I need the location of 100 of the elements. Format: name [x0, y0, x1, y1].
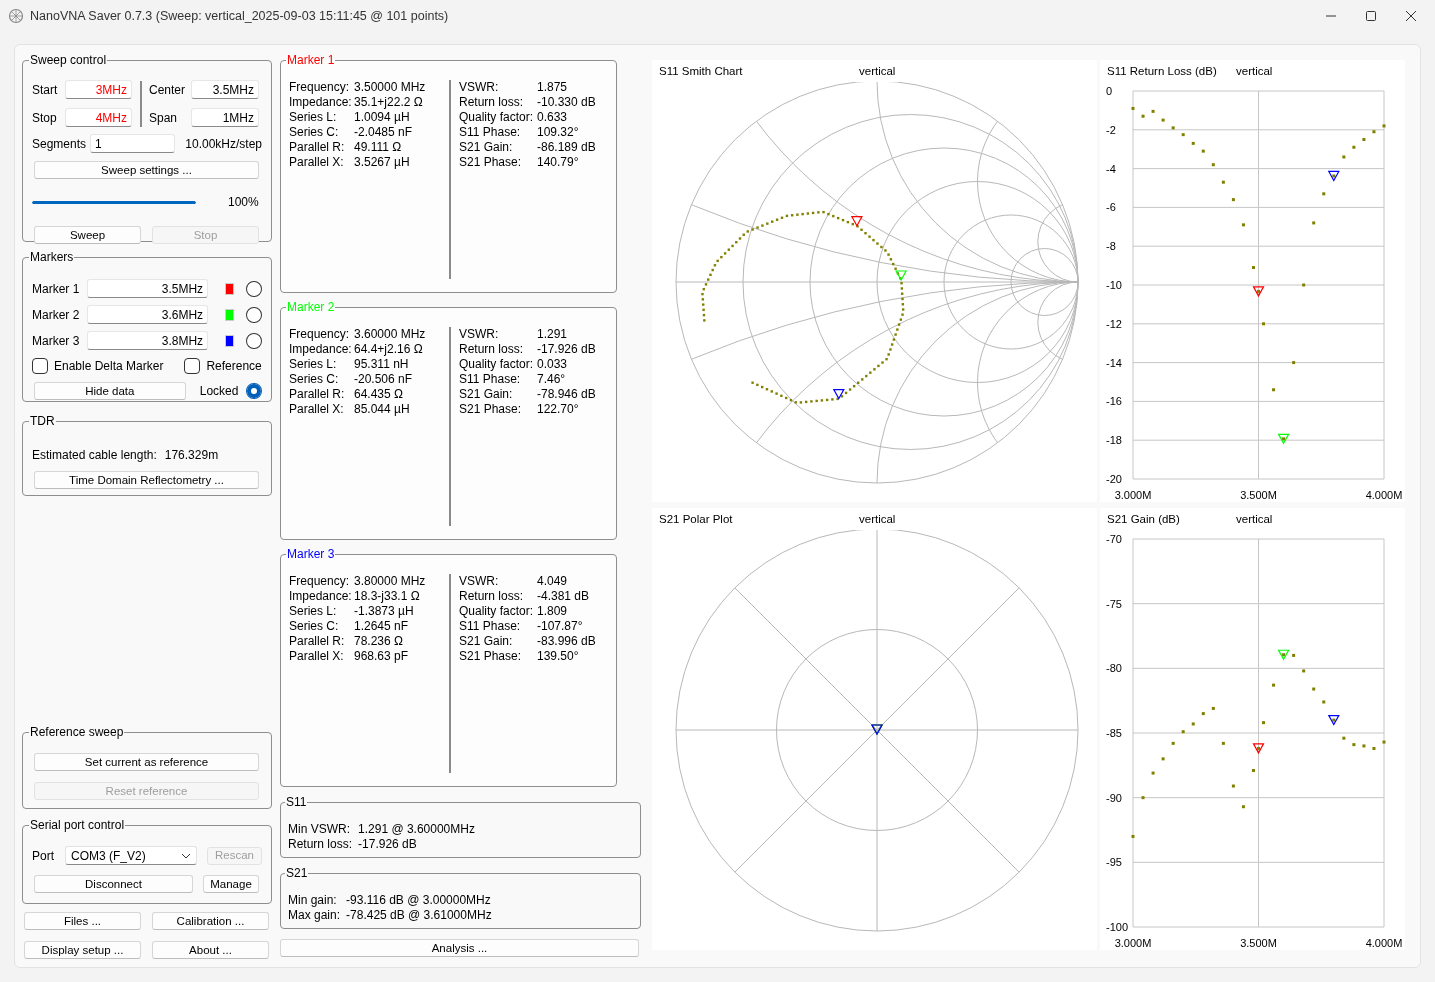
- disconnect-button[interactable]: Disconnect: [34, 875, 193, 893]
- field-value: 0.633: [537, 110, 569, 125]
- field-label: Frequency:: [289, 80, 351, 95]
- span-field[interactable]: 1MHz: [191, 108, 259, 127]
- window-title: NanoVNA Saver 0.7.3 (Sweep: vertical_2025-09-03 15:11:45 @ 101 points): [30, 9, 449, 23]
- field-value: 140.79°: [537, 155, 580, 170]
- field-value: 139.50°: [537, 649, 580, 664]
- field-label: Series C:: [289, 619, 340, 634]
- delta-marker-checkbox[interactable]: [32, 358, 48, 374]
- field-value: 109.32°: [537, 125, 580, 140]
- axis-tick-label: -85: [1106, 727, 1122, 739]
- marker-frequency-field[interactable]: 3.5MHz: [86, 279, 209, 298]
- marker-label: Marker 2: [32, 307, 81, 322]
- radio-label: Locked: [199, 384, 239, 398]
- field-label: Return loss:: [459, 342, 525, 357]
- axis-tick-label: -12: [1106, 317, 1122, 330]
- field-label: Stop: [32, 110, 58, 125]
- field-value: -78.946 dB: [537, 387, 596, 402]
- segments-field[interactable]: 1: [89, 134, 176, 153]
- axis-tick-label: -18: [1106, 434, 1122, 447]
- marker-frequency-field[interactable]: 3.6MHz: [86, 305, 209, 324]
- maximize-icon[interactable]: [1365, 10, 1377, 22]
- field-value: -20.506 nF: [354, 372, 414, 387]
- marker-color-swatch[interactable]: [225, 334, 235, 347]
- axis-tick-label: -95: [1106, 856, 1122, 869]
- field-label: Series C:: [289, 125, 340, 140]
- marker-color-swatch[interactable]: [225, 282, 235, 295]
- field-label: Min VSWR:: [288, 822, 351, 837]
- chevron-icon: [181, 852, 191, 859]
- chart-title: S21 Gain (dB): [1107, 513, 1181, 525]
- field-value: -78.425 dB @ 3.61000MHz: [346, 908, 492, 923]
- marker-label: Marker 1: [32, 281, 81, 296]
- chart-subtitle: vertical: [859, 65, 896, 77]
- sweep-settings-button[interactable]: Sweep settings ...: [34, 161, 259, 179]
- field-label: Return loss:: [459, 589, 525, 604]
- field-value: 122.70°: [537, 402, 580, 417]
- set-reference-button[interactable]: Set current as reference: [34, 753, 259, 771]
- chart-subtitle: vertical: [859, 513, 896, 525]
- field-label: Parallel X:: [289, 155, 345, 170]
- field-value: 35.1+j22.2 Ω: [354, 95, 424, 110]
- field-value: -17.926 dB: [537, 342, 596, 357]
- marker-radio[interactable]: [246, 280, 262, 297]
- locked-radio[interactable]: [246, 383, 262, 399]
- start-field[interactable]: 3MHz: [65, 80, 132, 99]
- about-button[interactable]: About ...: [152, 941, 269, 959]
- field-value: 1.809: [537, 604, 569, 619]
- marker-radio[interactable]: [246, 306, 262, 323]
- marker-color-swatch[interactable]: [225, 308, 235, 321]
- field-value: 7.46°: [537, 372, 567, 387]
- field-value: -83.996 dB: [537, 634, 596, 649]
- field-label: S11 Phase:: [459, 125, 522, 140]
- display-setup-button[interactable]: Display setup ...: [24, 941, 141, 959]
- field-label: Quality factor:: [459, 357, 535, 372]
- stop-field[interactable]: 4MHz: [65, 108, 132, 127]
- field-label: VSWR:: [459, 574, 500, 589]
- axis-tick-label: -4: [1106, 162, 1116, 175]
- field-label: S21 Phase:: [459, 155, 523, 170]
- field-value: 64.435 Ω: [354, 387, 404, 402]
- manage-button[interactable]: Manage: [203, 875, 259, 893]
- marker-radio[interactable]: [246, 332, 262, 349]
- marker-frequency-field[interactable]: 3.8MHz: [86, 331, 209, 350]
- checkbox-label: Reference: [206, 359, 262, 373]
- field-value: 968.63 pF: [354, 649, 410, 664]
- files-button[interactable]: Files ...: [24, 912, 141, 930]
- field-label: S21 Gain:: [459, 634, 514, 649]
- analysis-button[interactable]: Analysis ...: [280, 939, 639, 957]
- field-label: Impedance:: [289, 589, 353, 604]
- group-title: Serial port control: [29, 818, 126, 832]
- field-label: S21 Gain:: [459, 387, 514, 402]
- center-field[interactable]: 3.5MHz: [191, 80, 259, 99]
- port-dropdown[interactable]: COM3 (F_V2): [65, 846, 197, 865]
- cable-length-label: Estimated cable length:: [32, 448, 157, 462]
- field-value: 85.044 µH: [354, 402, 411, 417]
- field-value: 4.049: [537, 574, 569, 589]
- axis-tick-label: -14: [1106, 356, 1122, 369]
- tdr-button[interactable]: Time Domain Reflectometry ...: [34, 471, 259, 489]
- hide-data-button[interactable]: Hide data: [34, 382, 186, 400]
- field-label: Parallel R:: [289, 387, 346, 402]
- field-label: Parallel R:: [289, 634, 346, 649]
- close-icon[interactable]: [1405, 10, 1417, 22]
- field-label: S21 Gain:: [459, 140, 514, 155]
- axis-tick-label: 4.000M: [1365, 489, 1403, 501]
- calibration-button[interactable]: Calibration ...: [152, 912, 269, 930]
- axis-tick-label: -8: [1106, 240, 1116, 253]
- field-value: 95.311 nH: [354, 357, 410, 372]
- step-size-text: 10.00kHz/step: [185, 136, 262, 151]
- field-value: -2.0485 nF: [354, 125, 414, 140]
- field-value: 1.291 @ 3.60000MHz: [358, 822, 475, 837]
- field-value: -17.926 dB: [358, 837, 418, 852]
- progress-percent: 100%: [228, 195, 259, 209]
- field-label: Series C:: [289, 372, 340, 387]
- axis-tick-label: -20: [1106, 473, 1122, 485]
- axis-tick-label: 3.000M: [1114, 489, 1152, 501]
- field-label: Return loss:: [288, 837, 353, 852]
- field-label: Impedance:: [289, 95, 353, 110]
- sweep-button[interactable]: Sweep: [34, 226, 141, 244]
- reference-checkbox[interactable]: [184, 358, 201, 374]
- field-label: Frequency:: [289, 327, 351, 342]
- axis-tick-label: -100: [1106, 921, 1129, 933]
- chart-title: S11 Smith Chart: [659, 65, 744, 77]
